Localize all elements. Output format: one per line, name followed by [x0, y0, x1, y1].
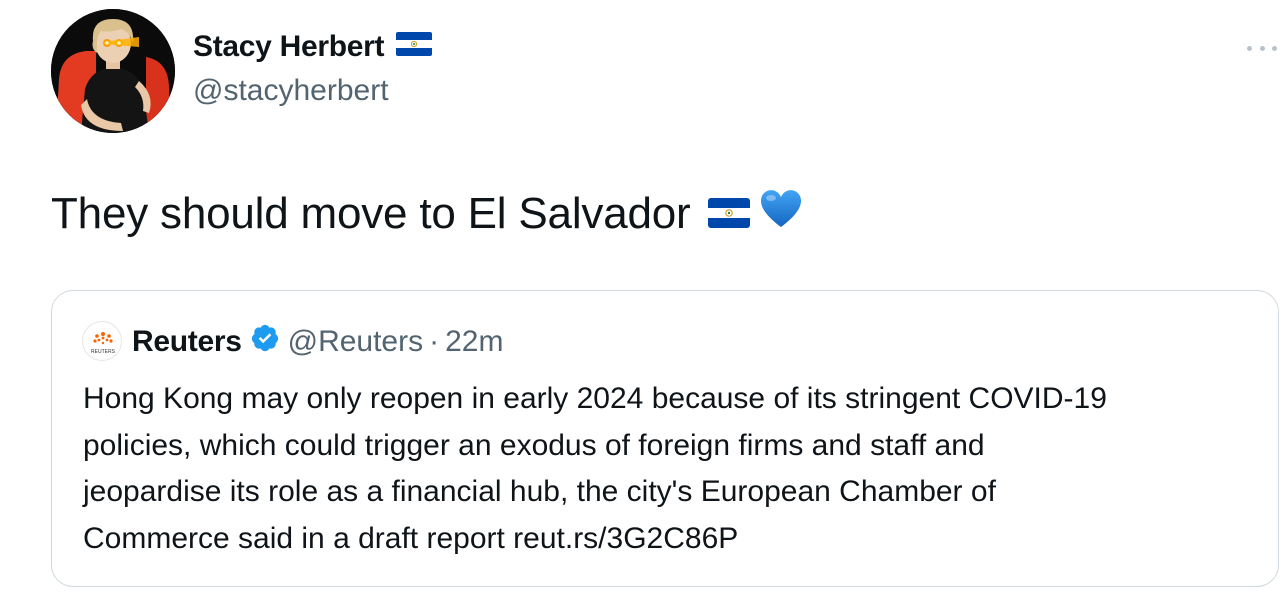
verified-badge-icon: [250, 323, 280, 361]
quoted-tweet-text: Hong Kong may only reopen in early 2024 …: [83, 376, 1258, 562]
more-dot: [1272, 45, 1277, 51]
reuters-logo-text: REUTERS: [91, 349, 116, 355]
quoted-timestamp[interactable]: 22m: [445, 325, 503, 359]
author-avatar[interactable]: [51, 9, 175, 133]
tweet: Stacy Herbert @stacyherbert They should …: [0, 0, 1281, 613]
quoted-header: Reuters @Reuters · 22m: [132, 323, 503, 361]
tweet-text: They should move to El Salvador: [51, 187, 804, 240]
tweet-text-body: They should move to El Salvador: [51, 188, 691, 238]
quoted-text-line: Commerce said in a draft report reut.rs/…: [83, 521, 739, 555]
more-dot: [1259, 45, 1265, 51]
more-options-icon[interactable]: [1247, 38, 1277, 58]
more-dot: [1247, 45, 1252, 51]
author-display-name-row[interactable]: Stacy Herbert: [193, 30, 433, 64]
quoted-display-name[interactable]: Reuters: [132, 325, 242, 359]
quoted-text-line: policies, which could trigger an exodus …: [83, 428, 985, 462]
author-display-name[interactable]: Stacy Herbert: [193, 30, 385, 64]
quoted-text-line: Hong Kong may only reopen in early 2024 …: [83, 382, 1107, 415]
quoted-tweet-card[interactable]: REUTERS Reuters @Reuters · 22m Hong Kong…: [51, 290, 1279, 587]
el-salvador-flag-icon: [396, 30, 433, 64]
author-handle[interactable]: @stacyherbert: [193, 74, 389, 108]
el-salvador-flag-icon: [708, 189, 751, 239]
blue-heart-icon: [758, 187, 804, 240]
quoted-text-line: jeopardise its role as a financial hub, …: [83, 475, 996, 508]
reuters-avatar[interactable]: REUTERS: [82, 321, 122, 361]
quoted-handle[interactable]: @Reuters: [288, 325, 424, 359]
quoted-separator: ·: [429, 325, 440, 358]
